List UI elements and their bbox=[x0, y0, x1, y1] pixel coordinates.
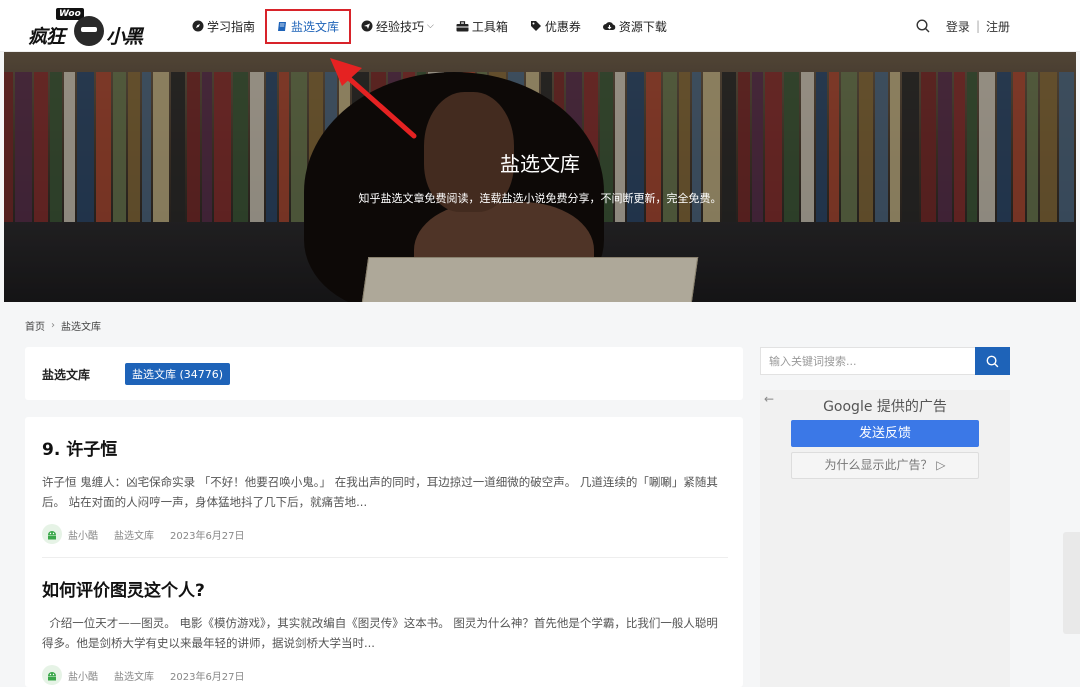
post-category[interactable]: 盐选文库 bbox=[114, 527, 154, 542]
banner-overlay bbox=[4, 52, 1076, 302]
post-item: 9. 许子恒 许子恒 鬼缠人：凶宅保命实录 「不好！他要召唤小鬼。」 在我出声的… bbox=[42, 435, 728, 544]
logo-mascot-icon bbox=[74, 16, 104, 46]
header-user-area: 登录 | 注册 bbox=[916, 0, 1010, 52]
nav-item-label: 资源下载 bbox=[618, 19, 667, 34]
category-filter-card: 盐选文库 盐选文库 (34776) bbox=[25, 347, 743, 400]
nav-item-yanxuan-library[interactable]: 盐选文库 bbox=[265, 8, 352, 44]
site-header: Woo 疯狂 小黑 学习指南 盐选文库 经验技巧 ⌵ 工具箱 优惠券 资源下载 bbox=[0, 0, 1080, 52]
search-input[interactable] bbox=[760, 347, 975, 375]
site-logo[interactable]: Woo 疯狂 小黑 bbox=[26, 6, 151, 48]
cloud-download-icon bbox=[602, 21, 616, 30]
android-avatar-icon bbox=[48, 672, 56, 681]
chevron-down-icon: ⌵ bbox=[427, 21, 434, 31]
ad-provided-by: Google 提供的广告 bbox=[823, 399, 947, 415]
nav-item-label: 优惠券 bbox=[544, 19, 581, 34]
login-link[interactable]: 登录 bbox=[946, 18, 970, 35]
post-divider bbox=[42, 557, 728, 558]
category-tag[interactable]: 盐选文库 (34776) bbox=[125, 363, 231, 385]
nav-item-toolbox[interactable]: 工具箱 bbox=[456, 18, 508, 35]
hero-banner: 盐选文库 知乎盐选文章免费阅读，连载盐选小说免费分享，不间断更新，完全免费。 bbox=[4, 52, 1076, 302]
post-title[interactable]: 9. 许子恒 bbox=[42, 435, 728, 460]
toolbox-icon bbox=[456, 20, 469, 31]
why-this-ad-button[interactable]: 为什么显示此广告？ ▷ bbox=[791, 452, 979, 479]
post-date: 2023年6月27日 bbox=[170, 671, 245, 683]
book-icon bbox=[278, 21, 287, 31]
nav-item-experience-tips[interactable]: 经验技巧 ⌵ bbox=[361, 18, 434, 35]
search-button[interactable] bbox=[975, 347, 1010, 375]
logo-text-right: 小黑 bbox=[106, 26, 143, 48]
android-avatar-icon bbox=[48, 531, 56, 540]
avatar[interactable] bbox=[42, 665, 62, 685]
nav-item-coupons[interactable]: 优惠券 bbox=[530, 18, 581, 35]
post-meta: 盐小酷 盐选文库 2023年6月27日 bbox=[42, 524, 728, 544]
breadcrumb-current: 盐选文库 bbox=[61, 322, 101, 333]
google-ad-panel: ← Google 提供的广告 发送反馈 为什么显示此广告？ ▷ bbox=[760, 390, 1010, 687]
breadcrumb-home[interactable]: 首页 bbox=[25, 318, 45, 333]
post-meta: 盐小酷 盐选文库 2023年6月27日 bbox=[42, 665, 728, 685]
banner-title: 盐选文库 bbox=[500, 152, 580, 176]
breadcrumb: 首页 › 盐选文库 bbox=[25, 318, 101, 333]
category-label: 盐选文库 bbox=[42, 368, 91, 382]
send-feedback-button[interactable]: 发送反馈 bbox=[791, 420, 979, 447]
red-arrow-annotation bbox=[330, 58, 417, 139]
send-icon bbox=[361, 20, 373, 32]
main-nav: 学习指南 盐选文库 经验技巧 ⌵ 工具箱 优惠券 资源下载 bbox=[192, 0, 689, 52]
compass-icon bbox=[192, 20, 204, 32]
post-excerpt: 介绍一位天才——图灵。 电影《模仿游戏》，其实就改编自《图灵传》这本书。 图灵为… bbox=[42, 616, 718, 650]
nav-item-label: 经验技巧 bbox=[376, 19, 425, 34]
nav-item-resource-download[interactable]: 资源下载 bbox=[602, 18, 667, 35]
post-author[interactable]: 盐小酷 bbox=[68, 527, 98, 542]
auth-separator: | bbox=[975, 19, 980, 33]
logo-text-left: 疯狂 bbox=[28, 26, 65, 48]
sidebar-search bbox=[760, 347, 1010, 375]
avatar[interactable] bbox=[42, 524, 62, 544]
floating-toolbar[interactable] bbox=[1063, 532, 1080, 634]
nav-item-study-guide[interactable]: 学习指南 bbox=[192, 18, 255, 35]
breadcrumb-chevron-icon: › bbox=[51, 320, 55, 331]
nav-item-label: 工具箱 bbox=[471, 19, 508, 34]
post-title[interactable]: 如何评价图灵这个人? bbox=[42, 576, 728, 601]
post-item: 如何评价图灵这个人? 介绍一位天才——图灵。 电影《模仿游戏》，其实就改编自《图… bbox=[42, 576, 728, 685]
post-date: 2023年6月27日 bbox=[170, 530, 245, 542]
search-icon bbox=[986, 355, 999, 367]
register-link[interactable]: 注册 bbox=[986, 18, 1010, 35]
post-author[interactable]: 盐小酷 bbox=[68, 668, 98, 683]
search-icon[interactable] bbox=[916, 19, 930, 33]
post-list: 9. 许子恒 许子恒 鬼缠人：凶宅保命实录 「不好！他要召唤小鬼。」 在我出声的… bbox=[25, 417, 743, 687]
banner-subtitle: 知乎盐选文章免费阅读，连载盐选小说免费分享，不间断更新，完全免费。 bbox=[358, 192, 722, 205]
post-category[interactable]: 盐选文库 bbox=[114, 668, 154, 683]
tag-icon bbox=[530, 21, 541, 31]
nav-item-label: 盐选文库 bbox=[291, 19, 340, 34]
nav-item-label: 学习指南 bbox=[207, 19, 256, 34]
post-excerpt: 许子恒 鬼缠人：凶宅保命实录 「不好！他要召唤小鬼。」 在我出声的同时，耳边掠过… bbox=[42, 475, 718, 509]
